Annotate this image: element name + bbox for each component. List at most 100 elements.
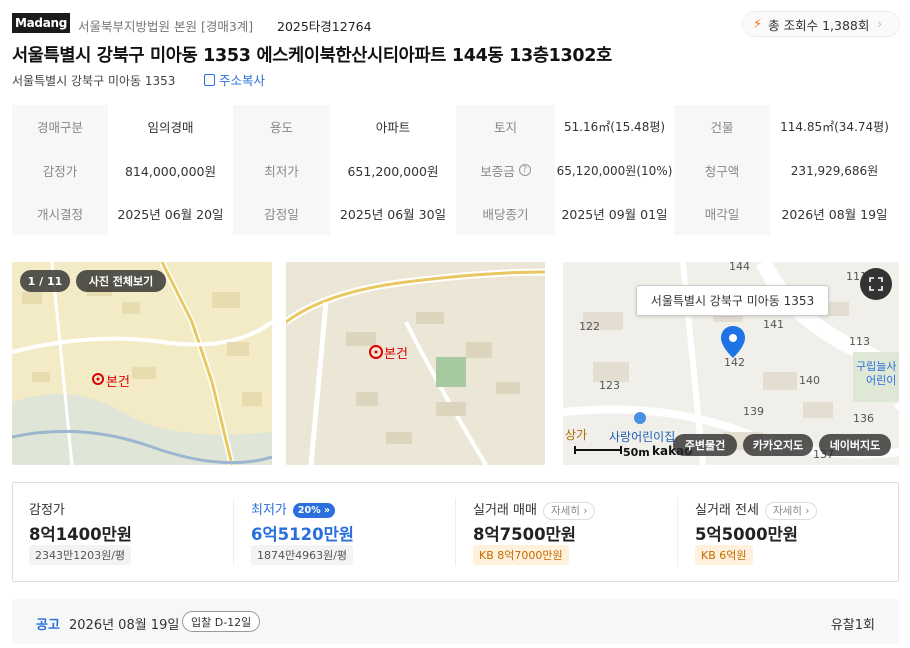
subject-property-label: 본건 — [106, 375, 130, 390]
discount-badge: 20% » — [292, 503, 336, 518]
price-value: 8억7500만원 — [473, 525, 576, 544]
nearby-items-button[interactable]: 주변물건 — [673, 434, 737, 456]
price-label: 실거래 매매 — [473, 503, 537, 518]
info-label: 배당종기 — [456, 192, 555, 235]
details-button[interactable]: 자세히 › — [542, 501, 596, 520]
info-label: 토지 — [456, 105, 555, 148]
map-label: 136 — [853, 412, 874, 425]
kakao-map-button[interactable]: 카카오지도 — [743, 434, 813, 456]
photo-counter: 1 / 11 — [20, 270, 70, 292]
info-label: 개시결정 — [12, 192, 108, 235]
map-address-tooltip: 서울특별시 강북구 미아동 1353 — [636, 285, 829, 316]
price-summary: 감정가 8억1400만원 2343만1203원/평 최저가 20% » 6억512… — [12, 482, 899, 582]
info-value: 2026년 08월 19일 — [770, 192, 899, 235]
case-info-table: 경매구분 임의경매 용도 아파트 토지 51.16㎡(15.48평) 건물 11… — [12, 105, 899, 235]
price-col-jeonse: 실거래 전세 자세히 › 5억5000만원 KB 6억원 — [695, 483, 895, 581]
court-breadcrumb: 서울북부지방법원 본원 [경매3계] — [78, 16, 253, 35]
info-label: 청구액 — [674, 148, 770, 192]
price-per-pyeong: 1874만4963원/평 — [251, 545, 354, 565]
price-label: 감정가 — [29, 503, 65, 518]
map-label: 144 — [729, 262, 750, 273]
zoomed-map-image — [286, 262, 545, 465]
details-label: 자세히 — [550, 505, 580, 517]
info-label: 보증금 — [480, 163, 515, 179]
page-title: 서울특별시 강북구 미아동 1353 에스케이북한산시티아파트 144동 13층… — [12, 46, 612, 66]
court-name: 서울북부지방법원 본원 — [78, 19, 197, 34]
location-marker-icon — [721, 326, 745, 362]
map-label: 123 — [599, 379, 620, 392]
help-icon[interactable]: ? — [518, 164, 531, 176]
map-label: 140 — [799, 374, 820, 387]
info-value: 2025년 06월 30일 — [330, 192, 456, 235]
dday-badge: 입찰 D-12일 — [182, 611, 261, 632]
price-value: 6억5120만원 — [251, 525, 354, 544]
map-label: 122 — [579, 320, 600, 333]
auction-notice-bar[interactable]: 공고 2026년 08월 19일 입찰 D-12일 유찰1회 — [12, 599, 899, 644]
subject-property-label: 본건 — [384, 347, 408, 362]
map-label: 어린이 — [866, 374, 897, 387]
auction-type: [경매3계] — [200, 19, 254, 34]
photo-map-zoomed[interactable]: 본건 — [286, 262, 545, 465]
info-label: 감정가 — [12, 148, 108, 192]
kb-price: KB 8억7000만원 — [473, 545, 569, 565]
info-value: 65,120,000원(10%) — [555, 148, 674, 192]
double-chevron-down-icon: » — [323, 505, 331, 516]
madang-logo[interactable]: Madang — [12, 13, 70, 33]
map-scale-label: 50m — [623, 446, 650, 459]
price-per-pyeong: 2343만1203원/평 — [29, 545, 132, 565]
view-count-label: 총 조회수 1,388회 — [768, 17, 870, 33]
address-text: 서울특별시 강북구 미아동 1353 — [12, 74, 176, 88]
kb-price: KB 6억원 — [695, 545, 753, 565]
discount-value: 20% — [297, 505, 321, 516]
map-label: 141 — [763, 318, 784, 331]
info-value: 114.85㎡(34.74평) — [770, 105, 899, 148]
chevron-right-icon: › — [877, 17, 883, 31]
info-label: 용도 — [233, 105, 330, 148]
price-label: 최저가 — [251, 503, 287, 518]
naver-map-button[interactable]: 네이버지도 — [819, 434, 891, 456]
info-value: 231,929,686원 — [770, 148, 899, 192]
info-label: 최저가 — [233, 148, 330, 192]
price-value: 5억5000만원 — [695, 525, 798, 544]
deposit-label-cell: 보증금? — [456, 148, 555, 192]
map-label: 139 — [743, 405, 764, 418]
details-button[interactable]: 자세히 › — [764, 501, 818, 520]
info-value: 2025년 09월 01일 — [555, 192, 674, 235]
info-label: 건물 — [674, 105, 770, 148]
map-label: 상가 — [565, 428, 588, 442]
map-label: 113 — [849, 335, 870, 348]
price-value: 8억1400만원 — [29, 525, 132, 544]
view-count-button[interactable]: ⚡ 총 조회수 1,388회 › — [742, 11, 900, 37]
info-value: 2025년 06월 20일 — [108, 192, 233, 235]
info-value: 814,000,000원 — [108, 148, 233, 192]
school-icon — [634, 412, 646, 424]
divider — [233, 498, 234, 566]
expand-icon — [869, 277, 883, 291]
copy-address-button[interactable]: 주소복사 — [204, 70, 265, 89]
price-label: 실거래 전세 — [695, 503, 759, 518]
photo-map-wide[interactable]: 본건 1 / 11 사진 전체보기 — [12, 262, 272, 465]
info-value: 51.16㎡(15.48평) — [555, 105, 674, 148]
info-label: 감정일 — [233, 192, 330, 235]
lightning-icon: ⚡ — [753, 16, 763, 32]
fullscreen-button[interactable] — [860, 268, 892, 300]
price-label-wrap: 실거래 매매 자세히 › — [473, 499, 596, 520]
info-value: 임의경매 — [108, 105, 233, 148]
price-label-wrap: 실거래 전세 자세히 › — [695, 499, 818, 520]
divider — [677, 498, 678, 566]
info-value: 아파트 — [330, 105, 456, 148]
info-value: 651,200,000원 — [330, 148, 456, 192]
copy-icon — [204, 73, 215, 86]
copy-address-label: 주소복사 — [219, 73, 266, 88]
price-col-minimum: 최저가 20% » 6억5120만원 1874만4963원/평 — [251, 483, 451, 581]
case-number: 2025타경12764 — [277, 19, 372, 34]
map-label: 사랑어린이집 — [609, 430, 676, 444]
price-col-appraisal: 감정가 8억1400만원 2343만1203원/평 — [29, 483, 229, 581]
notice-label: 공고 — [36, 618, 60, 633]
divider — [455, 498, 456, 566]
notice-date: 2026년 08월 19일 — [69, 618, 180, 633]
bid-result: 유찰1회 — [830, 618, 875, 633]
view-all-photos-button[interactable]: 사진 전체보기 — [76, 270, 166, 292]
info-label: 경매구분 — [12, 105, 108, 148]
details-label: 자세히 — [772, 505, 802, 517]
